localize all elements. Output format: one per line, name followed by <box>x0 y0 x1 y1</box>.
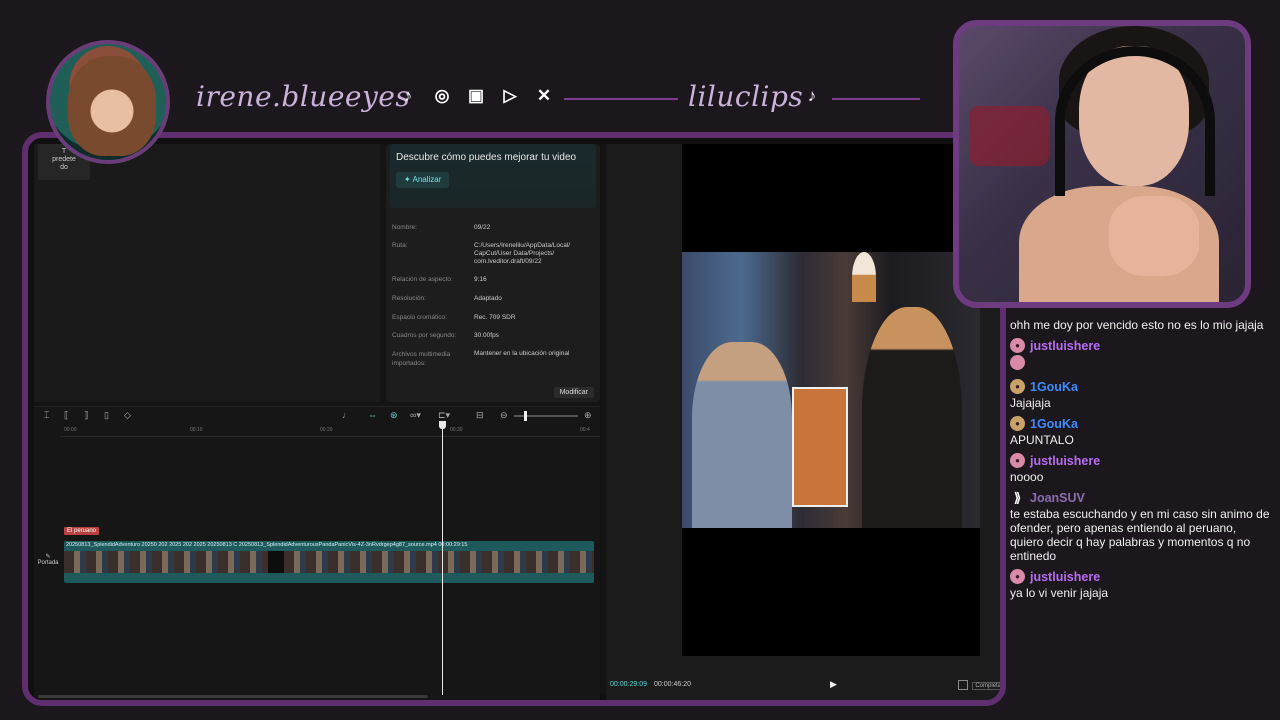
marker-label[interactable]: El peruano <box>64 527 100 535</box>
streamer-avatar <box>46 40 170 164</box>
select-icon[interactable]: ⌶ <box>44 410 49 421</box>
preview-screen[interactable] <box>682 144 980 656</box>
chat-text: Jajajaja <box>1010 396 1051 410</box>
chat-text: APUNTALO <box>1010 433 1074 447</box>
chat-message: ● justluishere noooo <box>1010 453 1272 484</box>
chat-text: ya lo vi venir jajaja <box>1010 586 1109 600</box>
divider-line <box>564 98 678 100</box>
chat-username[interactable]: 1GouKa <box>1030 417 1078 431</box>
preview-player: 00:00:29:09 00:00:46:20 ▶ Completa <box>606 144 1000 700</box>
social-icons: ♪ ◎ ▣ ▷ ✕ <box>396 84 556 108</box>
chat-username[interactable]: justluishere <box>1030 339 1100 353</box>
webcam-feed <box>953 20 1251 308</box>
user-badge-icon: ● <box>1010 416 1025 431</box>
video-editor-app: T predete do Descubre cómo puedes mejora… <box>34 144 1000 700</box>
chat-message: ohh me doy por vencido esto no es lo mio… <box>1010 318 1264 332</box>
chat-username[interactable]: 1GouKa <box>1030 380 1078 394</box>
improve-video-card: Descubre cómo puedes mejorar tu video ✦ … <box>390 144 596 208</box>
user-badge-icon: ● <box>1010 453 1025 468</box>
play-icon[interactable]: ▶ <box>830 679 837 690</box>
zoom-slider-handle[interactable] <box>524 411 527 421</box>
timeline-ruler[interactable]: 00:00 00:10 00:20 00:30 00:4 <box>60 427 600 437</box>
video-frame <box>682 252 980 528</box>
twitch-icon: ▣ <box>467 86 485 105</box>
clip-names: 20250813_SplendidAdventuro 20250 202 202… <box>66 542 468 548</box>
chat-message: ● justluishere <box>1010 338 1272 373</box>
joansuv-logo-icon: ⟫ <box>1013 489 1022 505</box>
timeline-scrollbar[interactable] <box>38 695 428 698</box>
chat-message: ● 1GouKa Jajajaja <box>1010 379 1272 410</box>
user-badge-icon: ● <box>1010 569 1025 584</box>
split-icon[interactable]: ⟦ <box>64 410 68 421</box>
chat-text: noooo <box>1010 470 1044 484</box>
magnet-icon[interactable]: ⊛ <box>390 410 398 421</box>
chat-message: ● 1GouKa APUNTALO <box>1010 416 1272 447</box>
divider-line <box>832 98 920 100</box>
preview-axis-icon[interactable]: ∞▾ <box>410 410 421 421</box>
chat-message: ● justluishere ya lo vi venir jajaja <box>1010 569 1272 600</box>
fullscreen-button[interactable]: Completa <box>972 682 1000 690</box>
chat-message: ⟫ JoanSUV te estaba escuchando y en mi ca… <box>1010 490 1272 563</box>
headset <box>1055 46 1215 196</box>
media-panel: T predete do <box>34 144 380 402</box>
snap-icon[interactable]: ⊏▾ <box>438 410 450 421</box>
current-time: 00:00:29:09 <box>610 681 647 688</box>
split-right-icon[interactable]: ⟧ <box>84 410 88 421</box>
chat-username[interactable]: JoanSUV <box>1030 491 1085 505</box>
screen-share-frame: T predete do Descubre cómo puedes mejora… <box>22 132 1006 706</box>
zoom-in-icon[interactable]: ⊕ <box>584 410 592 421</box>
user-badge-icon: ● <box>1010 338 1025 353</box>
streamer-handle: irene.blueeyes <box>196 80 411 113</box>
user-badge-icon: ● <box>1010 379 1025 394</box>
project-details-panel: Descubre cómo puedes mejorar tu video ✦ … <box>386 144 600 402</box>
microphone-icon[interactable]: ♩ <box>342 410 351 420</box>
shield-icon[interactable]: ◇ <box>124 410 131 421</box>
timeline-panel: ⌶ ⟦ ⟧ ▯ ◇ ♩ ⇔ ⊛ ∞▾ ⊏▾ ⊟ ⊖ ⊕ 00:00 00:10 … <box>34 406 600 700</box>
video-track[interactable]: 20250813_SplendidAdventuro 20250 202 202… <box>64 541 594 583</box>
playhead[interactable] <box>442 423 443 695</box>
timeline-toolbar: ⌶ ⟦ ⟧ ▯ ◇ ♩ ⇔ ⊛ ∞▾ ⊏▾ ⊟ ⊖ ⊕ <box>34 407 600 425</box>
emote-icon <box>1010 355 1025 370</box>
zoom-out-icon[interactable]: ⊖ <box>500 410 508 421</box>
clips-handle: liluclips <box>688 80 804 113</box>
tiktok-icon: ♪ <box>403 86 413 105</box>
chat-username[interactable]: justluishere <box>1030 570 1100 584</box>
ratio-icon[interactable] <box>958 680 968 690</box>
chat-username[interactable]: justluishere <box>1030 454 1100 468</box>
fit-icon[interactable]: ⊟ <box>476 410 484 421</box>
delete-icon[interactable]: ▯ <box>104 410 109 421</box>
clip-thumbnails <box>64 551 594 573</box>
modify-button[interactable]: Modificar <box>553 387 594 398</box>
tiktok-icon: ♪ <box>807 86 817 105</box>
total-time: 00:00:46:20 <box>654 681 691 688</box>
x-icon: ✕ <box>536 86 552 105</box>
improve-video-title: Descubre cómo puedes mejorar tu video <box>396 152 577 163</box>
instagram-icon: ◎ <box>434 86 450 105</box>
analyze-button[interactable]: ✦ Analizar <box>396 172 450 188</box>
stream-chat: ohh me doy por vencido esto no es lo mio… <box>1010 318 1272 606</box>
cover-button[interactable]: ✎ Portada <box>36 553 60 593</box>
youtube-icon: ▷ <box>503 86 517 105</box>
link-icon[interactable]: ⇔ <box>368 410 377 420</box>
chat-text: te estaba escuchando y en mi caso sin an… <box>1010 507 1270 563</box>
